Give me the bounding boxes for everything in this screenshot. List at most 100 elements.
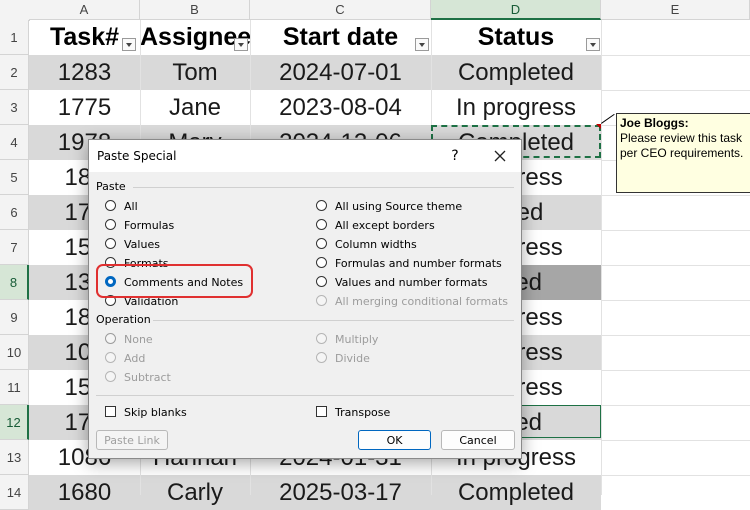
radio-icon bbox=[316, 352, 327, 363]
column-header-e[interactable]: E bbox=[601, 0, 750, 20]
cell-assignee[interactable]: Tom bbox=[140, 55, 250, 90]
note-connector bbox=[601, 113, 615, 124]
radio-icon bbox=[316, 257, 327, 268]
divider bbox=[153, 320, 514, 321]
gridline bbox=[601, 405, 750, 406]
gridline bbox=[601, 300, 750, 301]
radio-label: Values bbox=[124, 238, 160, 251]
paste-link-button[interactable]: Paste Link bbox=[96, 430, 168, 450]
radio-icon bbox=[316, 219, 327, 230]
radio-label: Multiply bbox=[335, 333, 379, 346]
select-all-corner[interactable] bbox=[0, 0, 30, 21]
radio-icon bbox=[316, 333, 327, 344]
gridline bbox=[601, 475, 750, 476]
cell-start-date[interactable]: 2025-03-17 bbox=[250, 475, 431, 510]
header-status[interactable]: Status bbox=[431, 20, 601, 55]
radio-label: All merging conditional formats bbox=[335, 295, 509, 308]
row-header[interactable]: 9 bbox=[0, 300, 29, 335]
row-header[interactable]: 8 bbox=[0, 265, 29, 300]
row-header[interactable]: 14 bbox=[0, 475, 29, 510]
header-start-date[interactable]: Start date bbox=[250, 20, 431, 55]
help-button[interactable]: ? bbox=[445, 147, 465, 165]
radio-label: All bbox=[124, 200, 138, 213]
gridline bbox=[601, 90, 750, 91]
row-header[interactable]: 4 bbox=[0, 125, 29, 160]
table-header-row: Task# Assignee Start date Status bbox=[29, 20, 601, 55]
operation-section-label: Operation bbox=[96, 313, 151, 326]
note-indicator-icon[interactable] bbox=[596, 124, 601, 129]
gridline bbox=[601, 230, 750, 231]
radio-icon bbox=[316, 200, 327, 211]
gridline bbox=[601, 265, 750, 266]
radio-icon bbox=[105, 200, 116, 211]
cell-status[interactable]: Completed bbox=[431, 475, 601, 510]
cell-status[interactable]: Completed bbox=[431, 55, 601, 90]
radio-icon bbox=[105, 352, 116, 363]
row-header[interactable]: 3 bbox=[0, 90, 29, 125]
radio-label: All except borders bbox=[335, 219, 435, 232]
radio-icon bbox=[316, 238, 327, 249]
radio-label: Values and number formats bbox=[335, 276, 488, 289]
radio-label: Subtract bbox=[124, 371, 171, 384]
cancel-button[interactable]: Cancel bbox=[441, 430, 515, 450]
radio-label: Formulas bbox=[124, 219, 175, 232]
column-header-d[interactable]: D bbox=[431, 0, 601, 20]
row-header[interactable]: 2 bbox=[0, 55, 29, 90]
radio-icon bbox=[105, 333, 116, 344]
gridline bbox=[601, 20, 602, 495]
column-header-c[interactable]: C bbox=[250, 0, 431, 20]
row-header[interactable]: 11 bbox=[0, 370, 29, 405]
column-header-a[interactable]: A bbox=[29, 0, 140, 20]
row-header[interactable]: 10 bbox=[0, 335, 29, 370]
radio-label: Formulas and number formats bbox=[335, 257, 502, 270]
cell-task[interactable]: 1283 bbox=[29, 55, 140, 90]
filter-dropdown-icon[interactable] bbox=[122, 38, 136, 51]
cell-start-date[interactable]: 2024-07-01 bbox=[250, 55, 431, 90]
filter-dropdown-icon[interactable] bbox=[234, 38, 248, 51]
radio-icon bbox=[105, 371, 116, 382]
gridline bbox=[601, 55, 750, 56]
divider bbox=[96, 395, 514, 396]
gridline bbox=[601, 195, 750, 196]
table-row: 1775 Jane 2023-08-04 In progress bbox=[29, 90, 601, 125]
row-header-1[interactable]: 1 bbox=[0, 20, 29, 55]
checkbox-label: Transpose bbox=[335, 406, 391, 419]
radio-icon bbox=[105, 238, 116, 249]
row-header[interactable]: 12 bbox=[0, 405, 29, 440]
dialog-title: Paste Special bbox=[97, 149, 177, 163]
note-text-line: Please review this task bbox=[620, 131, 743, 145]
radio-label: Add bbox=[124, 352, 146, 365]
row-header[interactable]: 7 bbox=[0, 230, 29, 265]
gridline bbox=[601, 335, 750, 336]
cell-note[interactable]: Joe Bloggs: Please review this task per … bbox=[616, 113, 750, 193]
close-icon[interactable] bbox=[488, 146, 512, 166]
checkbox-icon bbox=[105, 406, 116, 417]
cell-assignee[interactable]: Carly bbox=[140, 475, 250, 510]
radio-icon bbox=[316, 276, 327, 287]
divider bbox=[133, 187, 514, 188]
checkbox-label: Skip blanks bbox=[124, 406, 187, 419]
radio-icon bbox=[316, 295, 327, 306]
radio-icon bbox=[105, 219, 116, 230]
radio-label: All using Source theme bbox=[335, 200, 463, 213]
highlight-box bbox=[96, 264, 253, 298]
filter-dropdown-icon[interactable] bbox=[415, 38, 429, 51]
row-header[interactable]: 13 bbox=[0, 440, 29, 475]
cell-assignee[interactable]: Jane bbox=[140, 90, 250, 125]
row-header[interactable]: 5 bbox=[0, 160, 29, 195]
cell-task[interactable]: 1775 bbox=[29, 90, 140, 125]
row-header[interactable]: 6 bbox=[0, 195, 29, 230]
filter-dropdown-icon[interactable] bbox=[586, 38, 600, 51]
cell-start-date[interactable]: 2023-08-04 bbox=[250, 90, 431, 125]
gridline bbox=[601, 370, 750, 371]
cell-task[interactable]: 1680 bbox=[29, 475, 140, 510]
note-author: Joe Bloggs: bbox=[620, 116, 689, 130]
paste-special-dialog: Paste Special ? Paste All Formulas Value… bbox=[88, 139, 522, 459]
table-row: 1283 Tom 2024-07-01 Completed bbox=[29, 55, 601, 90]
ok-button[interactable]: OK bbox=[358, 430, 431, 450]
dialog-titlebar[interactable]: Paste Special ? bbox=[89, 140, 521, 172]
cell-status[interactable]: In progress bbox=[431, 90, 601, 125]
radio-label: None bbox=[124, 333, 153, 346]
column-header-b[interactable]: B bbox=[140, 0, 250, 20]
gridline bbox=[601, 440, 750, 441]
